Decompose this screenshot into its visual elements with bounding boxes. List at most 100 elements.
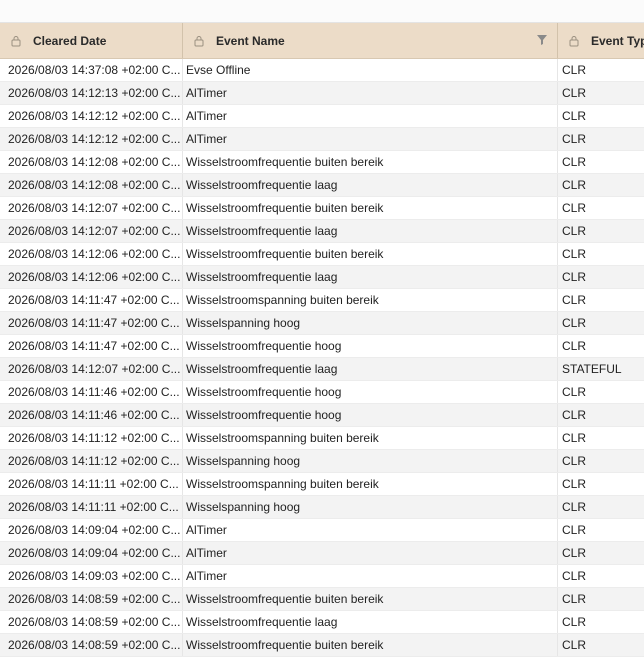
table-row[interactable]: 2026/08/03 14:11:11 +02:00 C... Wisselstr… (0, 473, 644, 496)
filter-icon[interactable] (536, 34, 548, 46)
cell-cleared-date: 2026/08/03 14:12:07 +02:00 C... (0, 220, 183, 242)
cell-event-type: CLR (562, 615, 587, 629)
cell-event-name: Wisselstroomspanning buiten bereik (183, 427, 558, 449)
cell-event-type: CLR (562, 523, 587, 537)
cell-cleared-date: 2026/08/03 14:11:12 +02:00 C... (0, 450, 183, 472)
events-grid: Cleared Date Event Name Event Type 2026/… (0, 23, 644, 657)
table-row[interactable]: 2026/08/03 14:08:59 +02:00 C... Wisselstr… (0, 588, 644, 611)
cell-event-type: CLR (562, 109, 587, 123)
table-row[interactable]: 2026/08/03 14:11:11 +02:00 C... Wisselspa… (0, 496, 644, 519)
cell-event-type: CLR (562, 178, 587, 192)
table-row[interactable]: 2026/08/03 14:12:07 +02:00 C... Wisselstr… (0, 197, 644, 220)
cell-event-type: CLR (562, 224, 587, 238)
cell-cleared-date: 2026/08/03 14:11:12 +02:00 C... (0, 427, 183, 449)
cell-cleared-date: 2026/08/03 14:12:08 +02:00 C... (0, 174, 183, 196)
table-row[interactable]: 2026/08/03 14:08:59 +02:00 C... Wisselstr… (0, 611, 644, 634)
cell-cleared-date: 2026/08/03 14:11:46 +02:00 C... (0, 381, 183, 403)
cell-event-name: Wisselstroomfrequentie hoog (183, 404, 558, 426)
cell-event-type: CLR (562, 132, 587, 146)
cell-event-name: Wisselstroomfrequentie buiten bereik (183, 243, 558, 265)
table-row[interactable]: 2026/08/03 14:11:47 +02:00 C... Wisselspa… (0, 312, 644, 335)
cell-event-type: CLR (562, 408, 587, 422)
cell-event-type: CLR (562, 546, 587, 560)
cell-event-name: Wisselstroomfrequentie laag (183, 266, 558, 288)
cell-cleared-date: 2026/08/03 14:09:04 +02:00 C... (0, 542, 183, 564)
cell-cleared-date: 2026/08/03 14:12:06 +02:00 C... (0, 266, 183, 288)
table-row[interactable]: 2026/08/03 14:11:46 +02:00 C... Wisselstr… (0, 381, 644, 404)
cell-event-name: AlTimer (183, 105, 558, 127)
cell-cleared-date: 2026/08/03 14:11:47 +02:00 C... (0, 289, 183, 311)
cell-event-type: CLR (562, 86, 587, 100)
cell-cleared-date: 2026/08/03 14:11:11 +02:00 C... (0, 496, 183, 518)
table-row[interactable]: 2026/08/03 14:12:07 +02:00 C... Wisselstr… (0, 358, 644, 381)
cell-cleared-date: 2026/08/03 14:12:08 +02:00 C... (0, 151, 183, 173)
table-row[interactable]: 2026/08/03 14:09:04 +02:00 C... AlTimer CL… (0, 519, 644, 542)
cell-event-name: Wisselspanning hoog (183, 312, 558, 334)
cell-cleared-date: 2026/08/03 14:09:03 +02:00 C... (0, 565, 183, 587)
column-header-event-name[interactable]: Event Name (183, 23, 558, 58)
cell-event-type: CLR (562, 477, 587, 491)
cell-cleared-date: 2026/08/03 14:12:12 +02:00 C... (0, 128, 183, 150)
cell-event-type: CLR (562, 454, 587, 468)
cell-event-type: CLR (562, 201, 587, 215)
cell-event-name: Evse Offline (183, 59, 558, 81)
column-header-label: Event Name (216, 33, 285, 48)
cell-event-name: AlTimer (183, 565, 558, 587)
cell-cleared-date: 2026/08/03 14:12:13 +02:00 C... (0, 82, 183, 104)
table-row[interactable]: 2026/08/03 14:12:08 +02:00 C... Wisselstr… (0, 151, 644, 174)
cell-cleared-date: 2026/08/03 14:11:47 +02:00 C... (0, 312, 183, 334)
cell-cleared-date: 2026/08/03 14:12:07 +02:00 C... (0, 197, 183, 219)
cell-cleared-date: 2026/08/03 14:12:12 +02:00 C... (0, 105, 183, 127)
toolbar-strip (0, 0, 644, 23)
table-row[interactable]: 2026/08/03 14:12:12 +02:00 C... AlTimer CL… (0, 105, 644, 128)
cell-cleared-date: 2026/08/03 14:08:59 +02:00 C... (0, 588, 183, 610)
cell-event-type: CLR (562, 592, 587, 606)
cell-cleared-date: 2026/08/03 14:37:08 +02:00 C... (0, 59, 183, 81)
cell-event-type: CLR (562, 339, 587, 353)
cell-cleared-date: 2026/08/03 14:12:07 +02:00 C... (0, 358, 183, 380)
cell-event-type: STATEFUL (562, 362, 622, 376)
table-row[interactable]: 2026/08/03 14:12:12 +02:00 C... AlTimer CL… (0, 128, 644, 151)
table-row[interactable]: 2026/08/03 14:12:06 +02:00 C... Wisselstr… (0, 266, 644, 289)
cell-event-name: Wisselstroomspanning buiten bereik (183, 289, 558, 311)
table-row[interactable]: 2026/08/03 14:12:07 +02:00 C... Wisselstr… (0, 220, 644, 243)
table-row[interactable]: 2026/08/03 14:11:46 +02:00 C... Wisselstr… (0, 404, 644, 427)
table-row[interactable]: 2026/08/03 14:12:08 +02:00 C... Wisselstr… (0, 174, 644, 197)
table-row[interactable]: 2026/08/03 14:08:59 +02:00 C... Wisselstr… (0, 634, 644, 657)
grid-header: Cleared Date Event Name Event Type (0, 23, 644, 59)
cell-event-type: CLR (562, 500, 587, 514)
column-header-cleared-date[interactable]: Cleared Date (0, 23, 183, 58)
lock-icon (194, 35, 204, 46)
cell-event-name: Wisselstroomfrequentie laag (183, 220, 558, 242)
cell-event-type: CLR (562, 569, 587, 583)
cell-event-name: Wisselstroomfrequentie buiten bereik (183, 197, 558, 219)
table-row[interactable]: 2026/08/03 14:11:47 +02:00 C... Wisselstr… (0, 335, 644, 358)
table-row[interactable]: 2026/08/03 14:37:08 +02:00 C... Evse Offl… (0, 59, 644, 82)
table-row[interactable]: 2026/08/03 14:11:12 +02:00 C... Wisselstr… (0, 427, 644, 450)
cell-event-name: AlTimer (183, 82, 558, 104)
cell-event-type: CLR (562, 293, 587, 307)
table-row[interactable]: 2026/08/03 14:09:04 +02:00 C... AlTimer CL… (0, 542, 644, 565)
table-row[interactable]: 2026/08/03 14:12:13 +02:00 C... AlTimer CL… (0, 82, 644, 105)
cell-event-name: Wisselstroomfrequentie laag (183, 358, 558, 380)
cell-event-type: CLR (562, 638, 587, 652)
table-row[interactable]: 2026/08/03 14:12:06 +02:00 C... Wisselstr… (0, 243, 644, 266)
table-row[interactable]: 2026/08/03 14:11:47 +02:00 C... Wisselstr… (0, 289, 644, 312)
cell-cleared-date: 2026/08/03 14:12:06 +02:00 C... (0, 243, 183, 265)
column-header-event-type[interactable]: Event Type (558, 23, 644, 58)
cell-cleared-date: 2026/08/03 14:11:46 +02:00 C... (0, 404, 183, 426)
cell-event-type: CLR (562, 247, 587, 261)
cell-event-type: CLR (562, 316, 587, 330)
cell-event-type: CLR (562, 270, 587, 284)
table-row[interactable]: 2026/08/03 14:11:12 +02:00 C... Wisselspa… (0, 450, 644, 473)
table-row[interactable]: 2026/08/03 14:09:03 +02:00 C... AlTimer CL… (0, 565, 644, 588)
cell-cleared-date: 2026/08/03 14:11:47 +02:00 C... (0, 335, 183, 357)
cell-event-name: Wisselstroomfrequentie buiten bereik (183, 588, 558, 610)
lock-icon (569, 35, 579, 46)
cell-event-name: AlTimer (183, 128, 558, 150)
cell-cleared-date: 2026/08/03 14:08:59 +02:00 C... (0, 634, 183, 656)
cell-event-name: Wisselstroomfrequentie laag (183, 174, 558, 196)
cell-cleared-date: 2026/08/03 14:11:11 +02:00 C... (0, 473, 183, 495)
cell-event-type: CLR (562, 155, 587, 169)
cell-event-name: Wisselstroomfrequentie hoog (183, 381, 558, 403)
